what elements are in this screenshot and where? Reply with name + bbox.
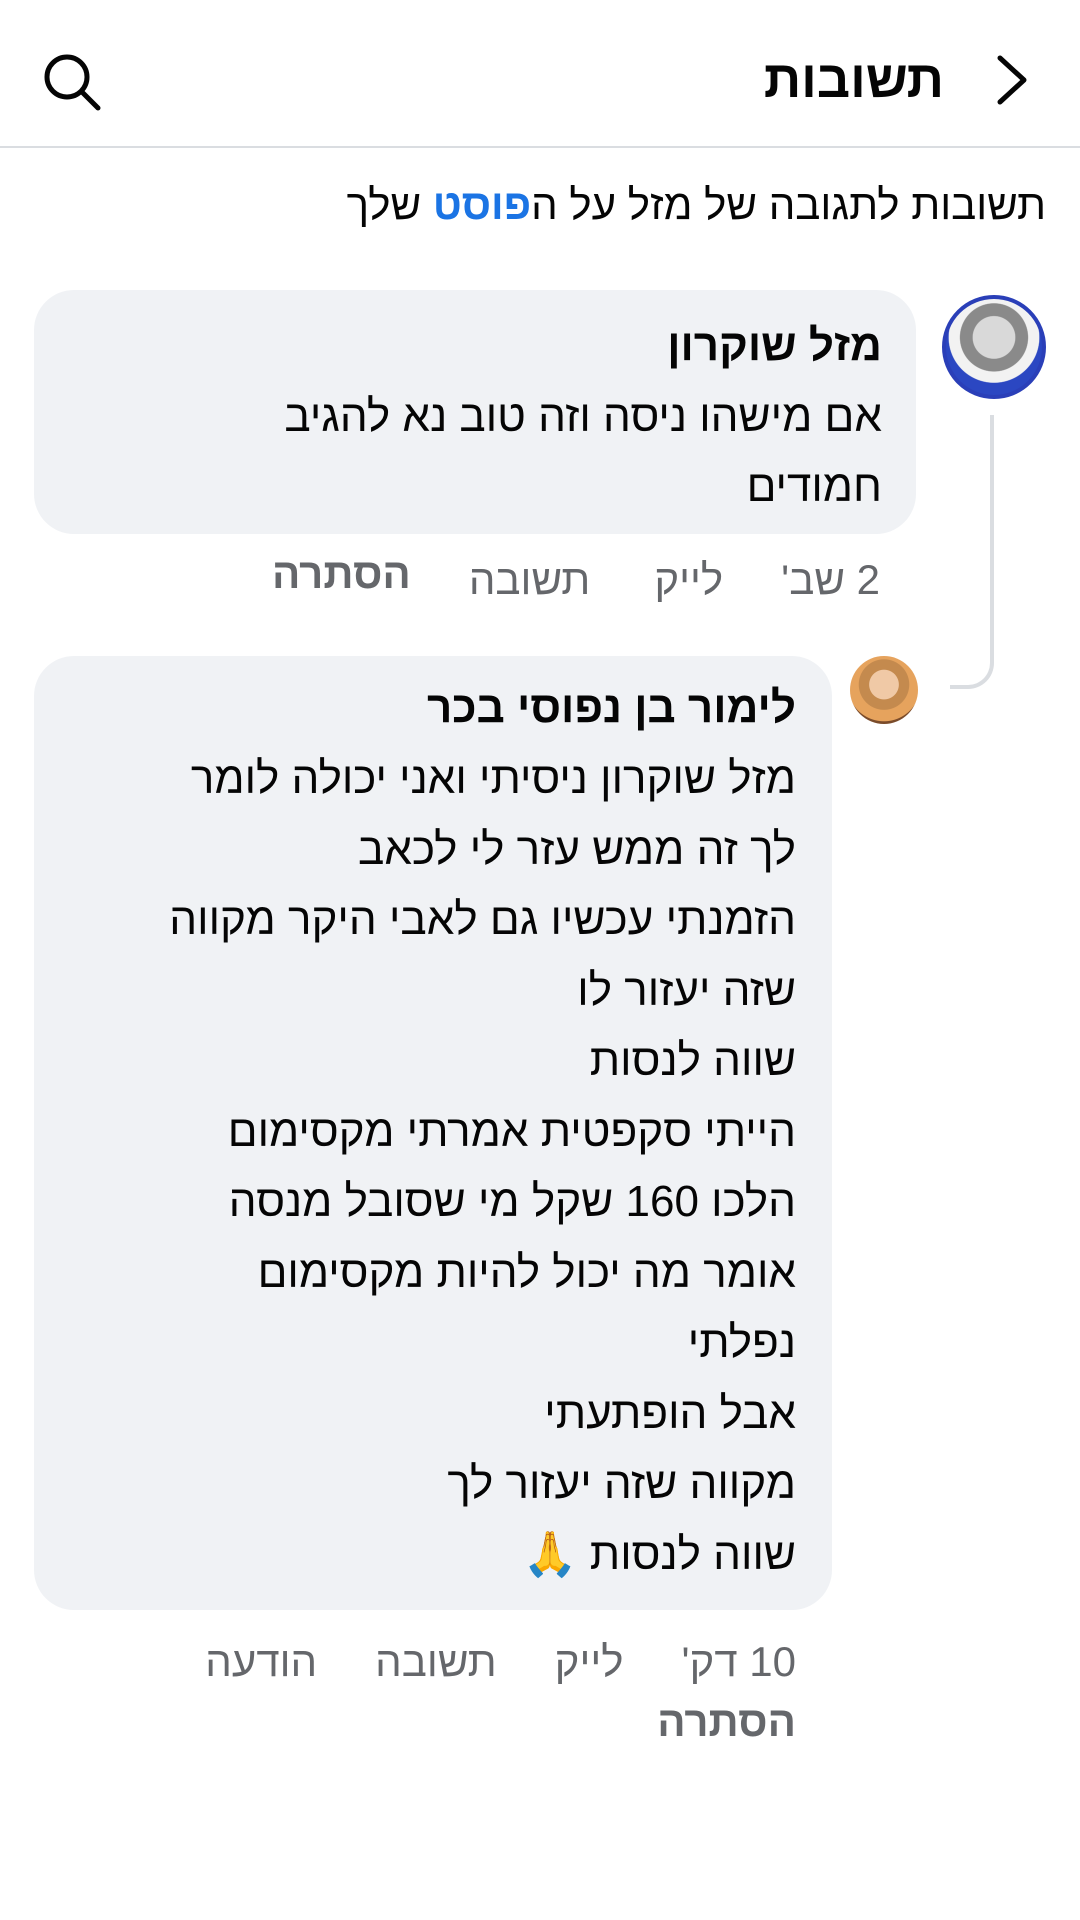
report-button[interactable]: הודעה <box>205 1634 317 1690</box>
hide-button[interactable]: הסתרה <box>272 550 411 598</box>
comment-bubble: לימור בן נפוסי בכר מזל שוקרון ניסיתי ואנ… <box>34 656 832 1610</box>
comment-bubble: מזל שוקרון אם מישהו ניסה וזה טוב נא להגי… <box>34 290 916 534</box>
context-suffix: שלך <box>346 181 433 228</box>
comment-timestamp[interactable]: 10 דק' <box>682 1634 796 1690</box>
like-button[interactable]: לייק <box>555 1634 624 1690</box>
status-bar <box>0 0 1080 14</box>
top-app-bar: תשובות <box>0 20 1080 148</box>
comment-text: מזל שוקרון ניסיתי ואני יכולה לומר לך זה … <box>169 754 796 1579</box>
reply-button[interactable]: תשובה <box>375 1634 497 1690</box>
chevron-right-icon[interactable] <box>984 50 1044 110</box>
replies-context: תשובות לתגובה של מזל על הפוסט שלך <box>347 178 1046 232</box>
post-link[interactable]: פוסט <box>433 181 531 228</box>
comment-author[interactable]: מזל שוקרון <box>68 318 882 374</box>
avatar[interactable] <box>942 295 1046 399</box>
comment-text: אם מישהו ניסה וזה טוב נא להגיב חמודים <box>284 392 882 511</box>
like-button[interactable]: לייק <box>654 556 723 604</box>
comment-actions: 10 דק' לייק תשובה הודעה <box>205 1634 796 1690</box>
reply-button[interactable]: תשובה <box>469 556 591 604</box>
page-title: תשובות <box>763 51 944 109</box>
avatar[interactable] <box>850 656 918 724</box>
thread-connector <box>950 415 994 689</box>
search-icon[interactable] <box>40 50 104 114</box>
comment-author[interactable]: לימור בן נפוסי בכר <box>54 680 796 736</box>
comment-timestamp[interactable]: 2 שב' <box>781 556 880 604</box>
context-prefix: תשובות לתגובה של מזל על ה <box>531 181 1046 228</box>
comment-actions: 2 שב' לייק תשובה הסתרה <box>272 550 880 604</box>
hide-button[interactable]: הסתרה <box>657 1698 796 1746</box>
